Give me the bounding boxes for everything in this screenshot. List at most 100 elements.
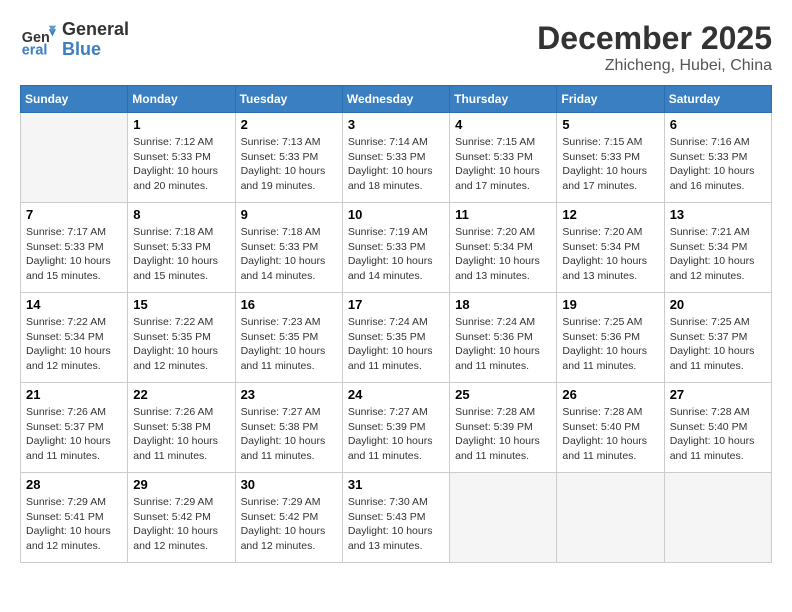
week-row: 21Sunrise: 7:26 AMSunset: 5:37 PMDayligh… bbox=[21, 383, 772, 473]
day-number: 18 bbox=[455, 297, 551, 312]
calendar-cell: 16 Sunrise: 7:23 AMSunset: 5:35 PMDayligh… bbox=[235, 293, 342, 383]
day-number: 15 bbox=[133, 297, 229, 312]
calendar-cell: 5Sunrise: 7:15 AMSunset: 5:33 PMDaylight… bbox=[557, 113, 664, 203]
day-number: 16 bbox=[241, 297, 337, 312]
day-number: 7 bbox=[26, 207, 122, 222]
weekday-header: Monday bbox=[128, 86, 235, 113]
calendar-cell: 2Sunrise: 7:13 AMSunset: 5:33 PMDaylight… bbox=[235, 113, 342, 203]
day-number: 9 bbox=[241, 207, 337, 222]
calendar-cell: 21Sunrise: 7:26 AMSunset: 5:37 PMDayligh… bbox=[21, 383, 128, 473]
day-info: Sunrise: 7:26 AMSunset: 5:37 PMDaylight:… bbox=[26, 405, 122, 464]
calendar-cell: 19 Sunrise: 7:25 AMSunset: 5:36 PMDayligh… bbox=[557, 293, 664, 383]
day-number: 27 bbox=[670, 387, 766, 402]
day-number: 22 bbox=[133, 387, 229, 402]
day-number: 12 bbox=[562, 207, 658, 222]
location: Zhicheng, Hubei, China bbox=[537, 57, 772, 75]
day-number: 8 bbox=[133, 207, 229, 222]
logo: Gen eral General Blue bbox=[20, 20, 129, 60]
day-info: Sunrise: 7:21 AMSunset: 5:34 PMDaylight:… bbox=[670, 225, 766, 284]
day-info: Sunrise: 7:29 AMSunset: 5:42 PMDaylight:… bbox=[133, 495, 229, 554]
month-title: December 2025 bbox=[537, 20, 772, 57]
day-info: Sunrise: 7:13 AMSunset: 5:33 PMDaylight:… bbox=[241, 135, 337, 194]
week-row: 7Sunrise: 7:17 AMSunset: 5:33 PMDaylight… bbox=[21, 203, 772, 293]
calendar-cell: 27 Sunrise: 7:28 AMSunset: 5:40 PMDayligh… bbox=[664, 383, 771, 473]
day-number: 24 bbox=[348, 387, 444, 402]
calendar-cell bbox=[664, 473, 771, 563]
page-header: Gen eral General Blue December 2025 Zhic… bbox=[20, 20, 772, 75]
day-info: Sunrise: 7:12 AMSunset: 5:33 PMDaylight:… bbox=[133, 135, 229, 194]
weekday-header: Friday bbox=[557, 86, 664, 113]
calendar-cell: 20 Sunrise: 7:25 AMSunset: 5:37 PMDayligh… bbox=[664, 293, 771, 383]
svg-text:eral: eral bbox=[22, 42, 48, 58]
day-info: Sunrise: 7:23 AMSunset: 5:35 PMDaylight:… bbox=[241, 315, 337, 374]
calendar-cell: 25 Sunrise: 7:28 AMSunset: 5:39 PMDayligh… bbox=[450, 383, 557, 473]
calendar-cell: 29 Sunrise: 7:29 AMSunset: 5:42 PMDayligh… bbox=[128, 473, 235, 563]
weekday-header: Wednesday bbox=[342, 86, 449, 113]
logo-text: General Blue bbox=[62, 20, 129, 60]
day-number: 3 bbox=[348, 117, 444, 132]
logo-line2: Blue bbox=[62, 40, 129, 60]
calendar-cell: 30Sunrise: 7:29 AMSunset: 5:42 PMDayligh… bbox=[235, 473, 342, 563]
calendar-cell: 28Sunrise: 7:29 AMSunset: 5:41 PMDayligh… bbox=[21, 473, 128, 563]
calendar-cell: 11Sunrise: 7:20 AMSunset: 5:34 PMDayligh… bbox=[450, 203, 557, 293]
calendar-cell: 18Sunrise: 7:24 AMSunset: 5:36 PMDayligh… bbox=[450, 293, 557, 383]
day-info: Sunrise: 7:25 AMSunset: 5:37 PMDaylight:… bbox=[670, 315, 766, 374]
day-number: 30 bbox=[241, 477, 337, 492]
day-number: 10 bbox=[348, 207, 444, 222]
day-number: 31 bbox=[348, 477, 444, 492]
day-info: Sunrise: 7:18 AMSunset: 5:33 PMDaylight:… bbox=[241, 225, 337, 284]
calendar: SundayMondayTuesdayWednesdayThursdayFrid… bbox=[20, 85, 772, 563]
day-info: Sunrise: 7:27 AMSunset: 5:39 PMDaylight:… bbox=[348, 405, 444, 464]
day-number: 20 bbox=[670, 297, 766, 312]
calendar-cell: 3 Sunrise: 7:14 AMSunset: 5:33 PMDaylight… bbox=[342, 113, 449, 203]
day-number: 19 bbox=[562, 297, 658, 312]
calendar-cell: 4 Sunrise: 7:15 AMSunset: 5:33 PMDaylight… bbox=[450, 113, 557, 203]
day-number: 25 bbox=[455, 387, 551, 402]
day-info: Sunrise: 7:24 AMSunset: 5:35 PMDaylight:… bbox=[348, 315, 444, 374]
calendar-cell: 24 Sunrise: 7:27 AMSunset: 5:39 PMDayligh… bbox=[342, 383, 449, 473]
weekday-header-row: SundayMondayTuesdayWednesdayThursdayFrid… bbox=[21, 86, 772, 113]
weekday-header: Sunday bbox=[21, 86, 128, 113]
day-number: 5 bbox=[562, 117, 658, 132]
day-number: 4 bbox=[455, 117, 551, 132]
calendar-cell: 22 Sunrise: 7:26 AMSunset: 5:38 PMDayligh… bbox=[128, 383, 235, 473]
day-number: 29 bbox=[133, 477, 229, 492]
day-info: Sunrise: 7:15 AMSunset: 5:33 PMDaylight:… bbox=[455, 135, 551, 194]
calendar-cell: 31Sunrise: 7:30 AMSunset: 5:43 PMDayligh… bbox=[342, 473, 449, 563]
weekday-header: Saturday bbox=[664, 86, 771, 113]
calendar-cell: 23Sunrise: 7:27 AMSunset: 5:38 PMDayligh… bbox=[235, 383, 342, 473]
day-info: Sunrise: 7:28 AMSunset: 5:39 PMDaylight:… bbox=[455, 405, 551, 464]
weekday-header: Tuesday bbox=[235, 86, 342, 113]
day-info: Sunrise: 7:20 AMSunset: 5:34 PMDaylight:… bbox=[562, 225, 658, 284]
calendar-cell: 7Sunrise: 7:17 AMSunset: 5:33 PMDaylight… bbox=[21, 203, 128, 293]
day-info: Sunrise: 7:20 AMSunset: 5:34 PMDaylight:… bbox=[455, 225, 551, 284]
calendar-cell: 26Sunrise: 7:28 AMSunset: 5:40 PMDayligh… bbox=[557, 383, 664, 473]
day-info: Sunrise: 7:22 AMSunset: 5:34 PMDaylight:… bbox=[26, 315, 122, 374]
day-info: Sunrise: 7:29 AMSunset: 5:41 PMDaylight:… bbox=[26, 495, 122, 554]
day-info: Sunrise: 7:19 AMSunset: 5:33 PMDaylight:… bbox=[348, 225, 444, 284]
day-number: 1 bbox=[133, 117, 229, 132]
calendar-cell: 8 Sunrise: 7:18 AMSunset: 5:33 PMDaylight… bbox=[128, 203, 235, 293]
calendar-cell: 9 Sunrise: 7:18 AMSunset: 5:33 PMDaylight… bbox=[235, 203, 342, 293]
week-row: 1 Sunrise: 7:12 AMSunset: 5:33 PMDaylight… bbox=[21, 113, 772, 203]
day-info: Sunrise: 7:14 AMSunset: 5:33 PMDaylight:… bbox=[348, 135, 444, 194]
calendar-cell: 13 Sunrise: 7:21 AMSunset: 5:34 PMDayligh… bbox=[664, 203, 771, 293]
calendar-cell bbox=[450, 473, 557, 563]
day-number: 13 bbox=[670, 207, 766, 222]
day-number: 6 bbox=[670, 117, 766, 132]
calendar-cell: 10 Sunrise: 7:19 AMSunset: 5:33 PMDayligh… bbox=[342, 203, 449, 293]
day-info: Sunrise: 7:16 AMSunset: 5:33 PMDaylight:… bbox=[670, 135, 766, 194]
week-row: 14 Sunrise: 7:22 AMSunset: 5:34 PMDayligh… bbox=[21, 293, 772, 383]
day-number: 26 bbox=[562, 387, 658, 402]
day-info: Sunrise: 7:26 AMSunset: 5:38 PMDaylight:… bbox=[133, 405, 229, 464]
logo-line1: General bbox=[62, 20, 129, 40]
calendar-cell bbox=[557, 473, 664, 563]
day-info: Sunrise: 7:28 AMSunset: 5:40 PMDaylight:… bbox=[670, 405, 766, 464]
logo-icon: Gen eral bbox=[20, 22, 56, 58]
day-info: Sunrise: 7:18 AMSunset: 5:33 PMDaylight:… bbox=[133, 225, 229, 284]
day-info: Sunrise: 7:22 AMSunset: 5:35 PMDaylight:… bbox=[133, 315, 229, 374]
day-number: 14 bbox=[26, 297, 122, 312]
weekday-header: Thursday bbox=[450, 86, 557, 113]
day-info: Sunrise: 7:25 AMSunset: 5:36 PMDaylight:… bbox=[562, 315, 658, 374]
week-row: 28Sunrise: 7:29 AMSunset: 5:41 PMDayligh… bbox=[21, 473, 772, 563]
